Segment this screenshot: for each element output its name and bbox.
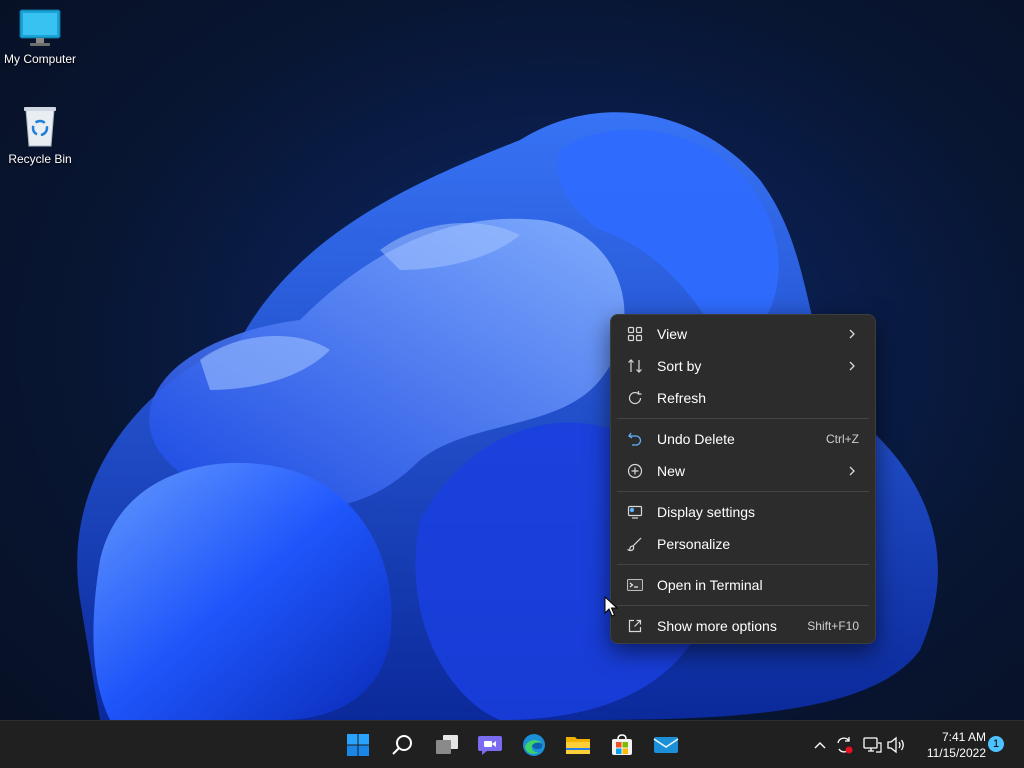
desktop-context-menu: View Sort by Refresh Undo Delete Ctrl+Z <box>610 314 876 644</box>
file-explorer-icon <box>566 737 590 754</box>
volume-button[interactable] <box>886 735 906 755</box>
show-hidden-icons-button[interactable] <box>810 735 830 755</box>
menu-item-label: Show more options <box>657 618 777 634</box>
menu-separator <box>617 491 869 492</box>
menu-separator <box>617 605 869 606</box>
start-button[interactable] <box>342 729 374 761</box>
menu-item-label: Refresh <box>657 390 707 406</box>
sync-icon <box>837 737 853 754</box>
menu-item-shortcut: Ctrl+Z <box>826 432 859 446</box>
windows-start-icon <box>347 734 369 756</box>
mail-button[interactable] <box>650 729 682 761</box>
desktop-icon-recycle-bin[interactable]: Recycle Bin <box>0 104 80 166</box>
menu-item-label: New <box>657 463 686 479</box>
recycle-bin-icon <box>24 107 56 147</box>
chevron-right-icon <box>849 466 855 476</box>
search-button[interactable] <box>386 729 418 761</box>
volume-icon <box>887 736 904 754</box>
task-view-button[interactable] <box>431 729 463 761</box>
sync-status-button[interactable] <box>834 735 854 755</box>
chat-button[interactable] <box>474 729 506 761</box>
brush-icon <box>625 534 645 554</box>
menu-item-view[interactable]: View <box>615 318 871 350</box>
mail-icon <box>653 737 679 753</box>
sort-icon <box>625 356 645 376</box>
menu-item-personalize[interactable]: Personalize <box>615 528 871 560</box>
menu-item-label: Undo Delete <box>657 431 735 447</box>
menu-item-shortcut: Shift+F10 <box>807 619 859 633</box>
chevron-up-icon <box>814 742 826 749</box>
menu-item-label: View <box>657 326 688 342</box>
chevron-right-icon <box>849 361 855 371</box>
menu-item-refresh[interactable]: Refresh <box>615 382 871 414</box>
edge-icon <box>523 734 545 756</box>
notification-badge[interactable]: 1 <box>988 736 1004 752</box>
menu-item-show-more-options[interactable]: Show more options Shift+F10 <box>615 610 871 642</box>
menu-item-new[interactable]: New <box>615 455 871 487</box>
menu-item-undo-delete[interactable]: Undo Delete Ctrl+Z <box>615 423 871 455</box>
monitor-icon <box>19 9 61 46</box>
clock[interactable]: 7:41 AM 11/15/2022 <box>912 729 986 761</box>
clock-date: 11/15/2022 <box>926 746 986 760</box>
taskbar: 7:41 AM 11/15/2022 <box>0 720 1024 768</box>
chevron-right-icon <box>849 329 855 339</box>
menu-item-label: Display settings <box>657 504 756 520</box>
network-button[interactable] <box>862 735 882 755</box>
desktop-icon-label: My Computer <box>3 52 77 66</box>
menu-item-display-settings[interactable]: Display settings <box>615 496 871 528</box>
desktop-icon-my-computer[interactable]: My Computer <box>0 8 80 66</box>
file-explorer-button[interactable] <box>562 729 594 761</box>
network-icon <box>863 737 882 753</box>
store-icon <box>612 734 632 755</box>
store-button[interactable] <box>606 729 638 761</box>
menu-item-label: Sort by <box>657 358 702 374</box>
task-view-icon <box>436 735 458 754</box>
menu-separator <box>617 564 869 565</box>
clock-time: 7:41 AM <box>941 730 986 744</box>
external-icon <box>625 616 645 636</box>
mouse-cursor-icon <box>604 596 619 617</box>
undo-icon <box>625 429 645 449</box>
search-icon <box>392 735 412 755</box>
plus-circle-icon <box>625 461 645 481</box>
terminal-icon <box>625 575 645 595</box>
menu-item-sort-by[interactable]: Sort by <box>615 350 871 382</box>
menu-item-label: Personalize <box>657 536 731 552</box>
edge-button[interactable] <box>518 729 550 761</box>
desktop-icon-label: Recycle Bin <box>8 152 72 166</box>
menu-item-label: Open in Terminal <box>657 577 763 593</box>
menu-item-open-in-terminal[interactable]: Open in Terminal <box>615 569 871 601</box>
display-icon <box>625 502 645 522</box>
chat-icon <box>478 736 502 755</box>
grid-icon <box>625 324 645 344</box>
menu-separator <box>617 418 869 419</box>
refresh-icon <box>625 388 645 408</box>
